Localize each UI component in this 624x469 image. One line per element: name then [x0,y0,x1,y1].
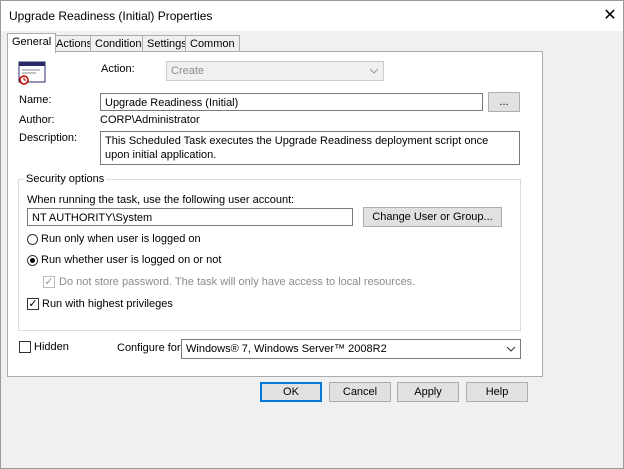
highest-privileges-checkbox[interactable]: ✓ [27,298,39,310]
highest-privileges-label[interactable]: Run with highest privileges [42,298,173,310]
action-label: Action: [101,63,135,75]
apply-button[interactable]: Apply [397,382,459,402]
author-value: CORP\Administrator [100,114,200,126]
description-value: This Scheduled Task executes the Upgrade… [105,135,489,161]
run-whether-radio[interactable] [27,255,38,266]
help-label: Help [485,386,509,398]
tab-general[interactable]: General [7,33,57,53]
tab-label: General [12,36,52,48]
tab-label: Conditions [95,38,147,50]
checkmark-icon: ✓ [28,298,38,310]
apply-label: Apply [414,386,442,398]
action-value: Create [171,65,205,77]
window-title: Upgrade Readiness (Initial) Properties [9,9,213,23]
browse-label: ... [499,96,509,108]
configure-for-value: Windows® 7, Windows Server™ 2008R2 [186,343,387,355]
chevron-down-icon [506,341,516,363]
browse-button[interactable]: ... [488,92,520,112]
user-account-value: NT AUTHORITY\System [32,212,153,224]
tab-label: Common [190,38,235,50]
general-panel: Action: Create Name: Upgrade Readiness (… [7,51,543,377]
run-logged-on-radio[interactable] [27,234,38,245]
properties-dialog: Upgrade Readiness (Initial) Properties ✕… [0,0,624,469]
name-value: Upgrade Readiness (Initial) [105,97,239,109]
author-label: Author: [19,114,55,126]
run-whether-label[interactable]: Run whether user is logged on or not [41,254,221,266]
configure-for-select[interactable]: Windows® 7, Windows Server™ 2008R2 [181,339,521,359]
ok-label: OK [283,386,299,398]
name-label: Name: [19,94,52,106]
change-user-button[interactable]: Change User or Group... [363,207,502,227]
user-account-field[interactable]: NT AUTHORITY\System [27,208,353,226]
close-button[interactable]: ✕ [597,3,623,27]
description-label: Description: [19,132,78,144]
chevron-down-icon [369,63,379,85]
name-input[interactable]: Upgrade Readiness (Initial) [100,93,483,111]
checkmark-icon: ✓ [44,276,54,288]
help-button[interactable]: Help [466,382,528,402]
tab-label: Actions [56,38,93,50]
scheduled-task-icon [18,61,46,85]
hidden-checkbox[interactable] [19,341,31,353]
cancel-button[interactable]: Cancel [329,382,391,402]
configure-for-label: Configure for: [117,342,184,354]
tab-label: Settings [147,38,187,50]
cancel-label: Cancel [342,386,378,398]
change-user-label: Change User or Group... [372,211,493,223]
tab-common[interactable]: Common [185,35,240,52]
run-logged-on-label[interactable]: Run only when user is logged on [41,233,201,245]
account-prompt: When running the task, use the following… [27,194,295,206]
no-store-password-label: Do not store password. The task will onl… [59,276,416,288]
title-bar: Upgrade Readiness (Initial) Properties ✕ [1,1,623,31]
close-icon: ✕ [603,7,617,24]
security-options-title: Security options [24,173,107,185]
no-store-password-checkbox[interactable]: ✓ [43,276,55,288]
action-select[interactable]: Create [166,61,384,81]
ok-button[interactable]: OK [260,382,322,402]
description-input[interactable]: This Scheduled Task executes the Upgrade… [100,131,520,165]
hidden-label[interactable]: Hidden [34,341,69,353]
